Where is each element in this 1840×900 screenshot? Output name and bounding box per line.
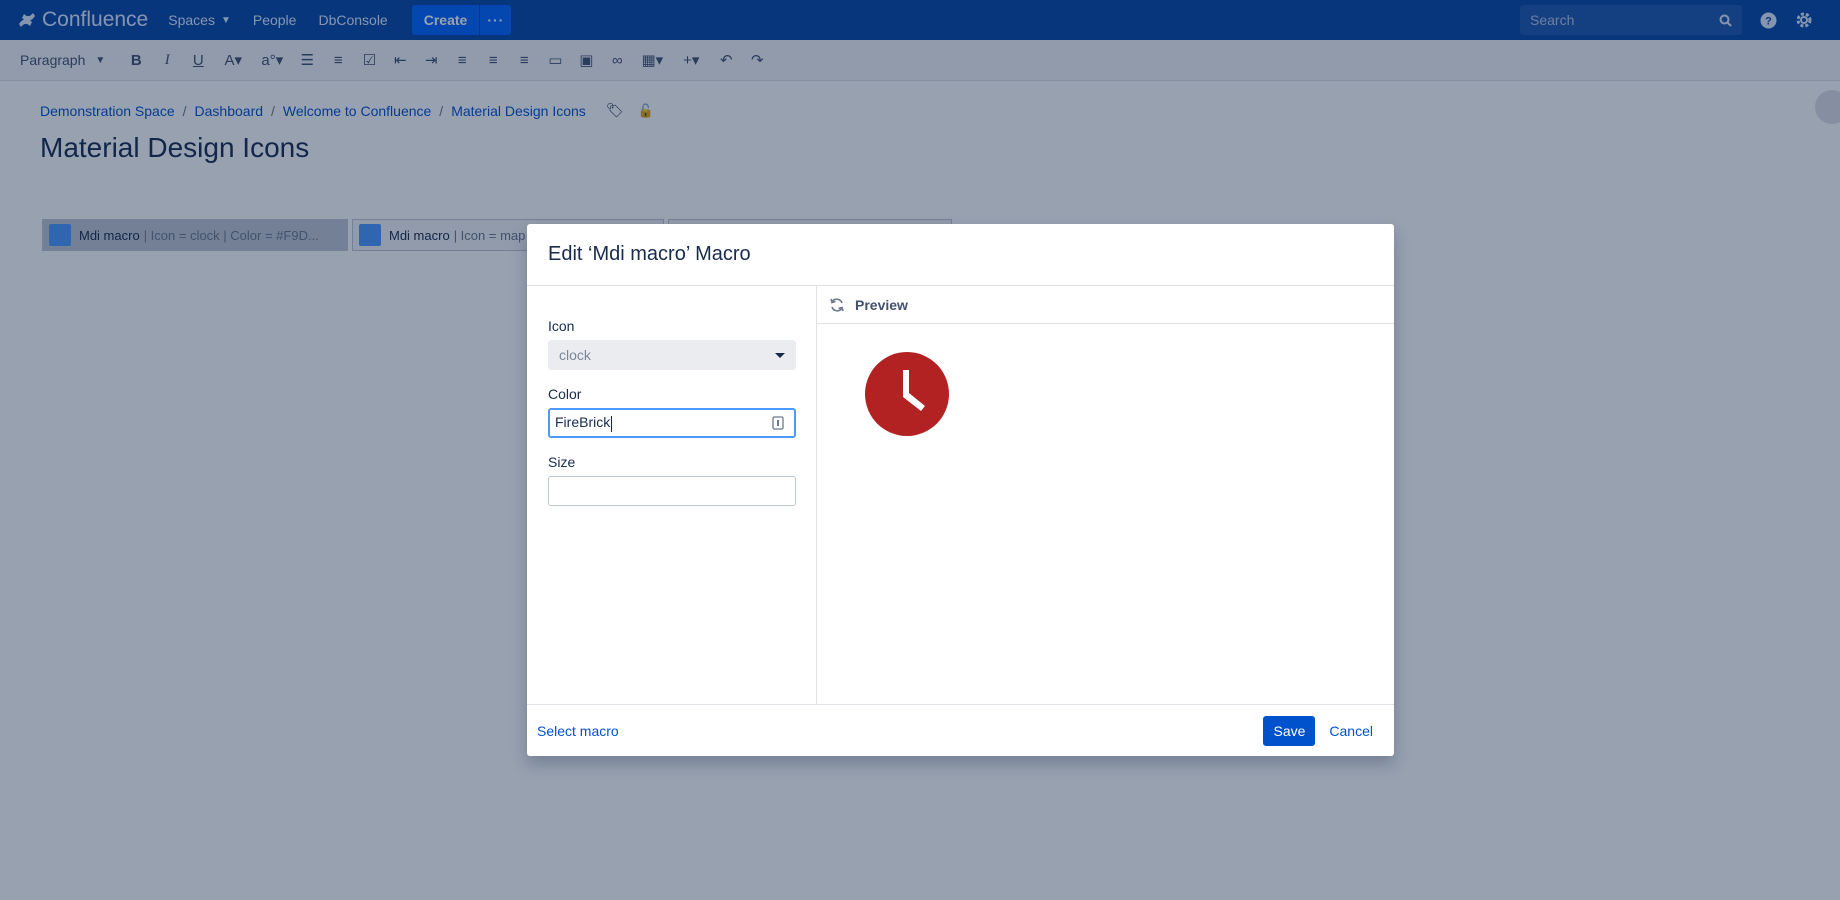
icon-select-value: clock (559, 347, 591, 363)
icon-field-label: Icon (548, 318, 575, 334)
size-field-label: Size (548, 454, 576, 470)
cancel-button[interactable]: Cancel (1329, 723, 1373, 739)
save-button[interactable]: Save (1263, 715, 1316, 746)
autofill-key-icon[interactable] (772, 416, 784, 430)
dialog-body: Icon clock Color FireBrick Size Preview (527, 286, 1394, 704)
caret-down-icon (775, 352, 785, 358)
text-cursor (611, 415, 613, 432)
color-input[interactable]: FireBrick (548, 408, 796, 438)
color-field-label: Color (548, 386, 582, 402)
preview-label: Preview (855, 296, 908, 313)
preview-header: Preview (817, 286, 1394, 324)
macro-preview-panel: Preview (817, 286, 1394, 704)
macro-parameters-panel: Icon clock Color FireBrick Size (527, 286, 817, 704)
select-macro-link[interactable]: Select macro (537, 723, 619, 739)
icon-select[interactable]: clock (548, 340, 796, 370)
color-input-value: FireBrick (555, 414, 611, 431)
edit-macro-dialog: Edit ‘Mdi macro’ Macro Icon clock Color … (527, 224, 1394, 756)
dialog-footer: Select macro Save Cancel (527, 704, 1394, 756)
refresh-icon[interactable] (829, 297, 845, 313)
dialog-title: Edit ‘Mdi macro’ Macro (527, 224, 1394, 286)
dialog-actions: Save Cancel (1263, 715, 1373, 746)
size-input[interactable] (548, 476, 796, 506)
clock-icon (865, 352, 949, 436)
